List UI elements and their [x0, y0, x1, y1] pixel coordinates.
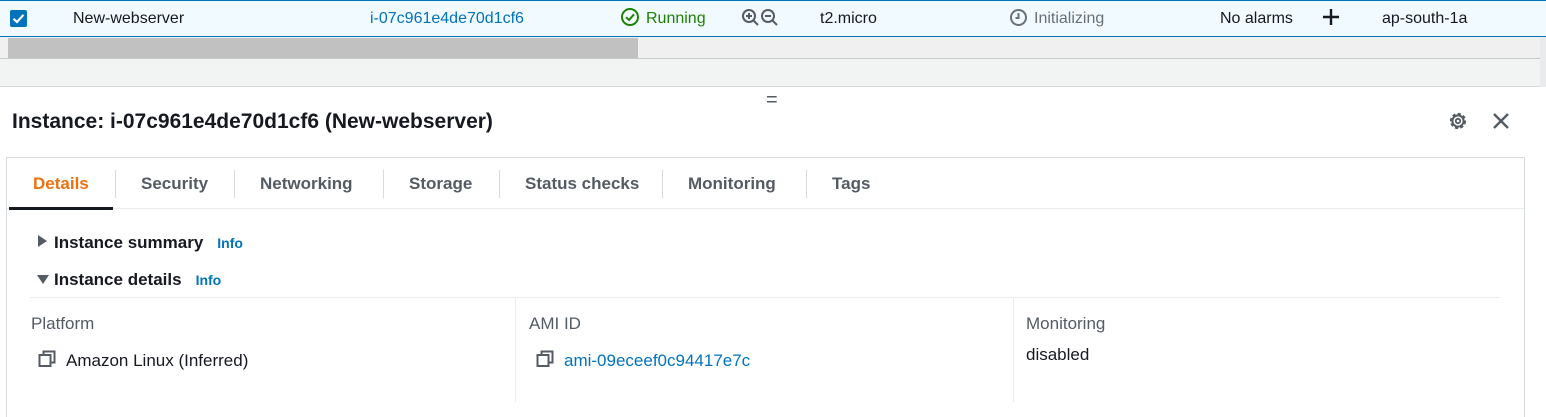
- details-container: Details Security Networking Storage Stat…: [6, 157, 1525, 417]
- tab-tags[interactable]: Tags: [832, 158, 870, 209]
- instance-table-row[interactable]: New-webserver i-07c961e4de70d1cf6 Runnin…: [0, 0, 1546, 37]
- instance-state-label: Running: [646, 10, 706, 27]
- active-tab-indicator: [9, 207, 113, 210]
- clock-icon: [1010, 8, 1027, 26]
- tab-divider: [662, 170, 663, 198]
- tab-divider: [383, 170, 384, 198]
- instance-summary-section[interactable]: Instance summary Info: [36, 233, 243, 253]
- check-circle-icon: [621, 8, 639, 27]
- status-check-label: Initializing: [1034, 10, 1105, 27]
- zoom-out-icon[interactable]: [760, 8, 779, 27]
- close-icon: [1493, 113, 1509, 129]
- table-footer-band: [0, 59, 1546, 87]
- instance-details-title: Instance details: [54, 270, 182, 289]
- horizontal-scrollbar[interactable]: [0, 37, 1546, 59]
- platform-label: Platform: [31, 314, 95, 333]
- ami-id-label: AMI ID: [529, 314, 581, 333]
- monitoring-label: Monitoring: [1026, 314, 1106, 333]
- copy-icon[interactable]: [536, 350, 554, 373]
- gear-icon: [1449, 112, 1467, 130]
- caret-right-icon: [36, 233, 54, 253]
- column-divider: [515, 298, 516, 402]
- vertical-scrollbar[interactable]: [1540, 37, 1546, 87]
- plus-icon: [1323, 9, 1339, 26]
- tab-networking[interactable]: Networking: [260, 158, 353, 209]
- alarm-status: No alarms: [1220, 10, 1293, 27]
- instance-details-section[interactable]: Instance details Info: [36, 270, 221, 290]
- tab-status-checks[interactable]: Status checks: [525, 158, 639, 209]
- tab-divider: [806, 170, 807, 198]
- copy-icon[interactable]: [38, 350, 56, 373]
- ami-id-link[interactable]: ami-09eceef0c94417e7c: [564, 351, 750, 370]
- tab-monitoring[interactable]: Monitoring: [688, 158, 776, 209]
- platform-value-text: Amazon Linux (Inferred): [66, 351, 249, 370]
- instance-summary-info-link[interactable]: Info: [217, 235, 243, 251]
- status-check: Initializing: [1009, 1, 1104, 36]
- settings-button[interactable]: [1447, 110, 1469, 137]
- scrollbar-thumb[interactable]: [8, 38, 638, 58]
- close-panel-button[interactable]: [1491, 111, 1511, 136]
- availability-zone: ap-south-1a: [1382, 10, 1468, 27]
- instance-state: Running: [620, 1, 706, 36]
- instance-id-link[interactable]: i-07c961e4de70d1cf6: [370, 1, 524, 36]
- monitoring-value: disabled: [1026, 345, 1090, 364]
- tab-security[interactable]: Security: [141, 158, 208, 209]
- tab-divider: [499, 170, 500, 198]
- tab-divider: [234, 170, 235, 198]
- instance-type: t2.micro: [820, 10, 877, 27]
- tab-storage[interactable]: Storage: [409, 158, 472, 209]
- platform-value: Amazon Linux (Inferred): [38, 350, 248, 373]
- panel-title: Instance: i-07c961e4de70d1cf6 (New-webse…: [12, 110, 493, 133]
- add-alarm-button[interactable]: [1321, 1, 1341, 36]
- instance-summary-title: Instance summary: [54, 233, 204, 252]
- tab-divider: [115, 170, 116, 198]
- panel-resize-handle[interactable]: =: [766, 90, 778, 110]
- section-divider: [30, 297, 1500, 298]
- instance-details-info-link[interactable]: Info: [196, 272, 222, 288]
- column-divider: [1013, 298, 1014, 402]
- tab-bar: Details Security Networking Storage Stat…: [7, 158, 1524, 210]
- instance-name[interactable]: New-webserver: [73, 1, 184, 36]
- ami-id-value: ami-09eceef0c94417e7c: [536, 350, 750, 373]
- zoom-controls: [741, 1, 779, 36]
- zoom-in-icon[interactable]: [741, 8, 760, 27]
- row-checkbox[interactable]: [10, 10, 27, 27]
- caret-down-icon: [36, 270, 54, 290]
- tab-details[interactable]: Details: [33, 158, 89, 209]
